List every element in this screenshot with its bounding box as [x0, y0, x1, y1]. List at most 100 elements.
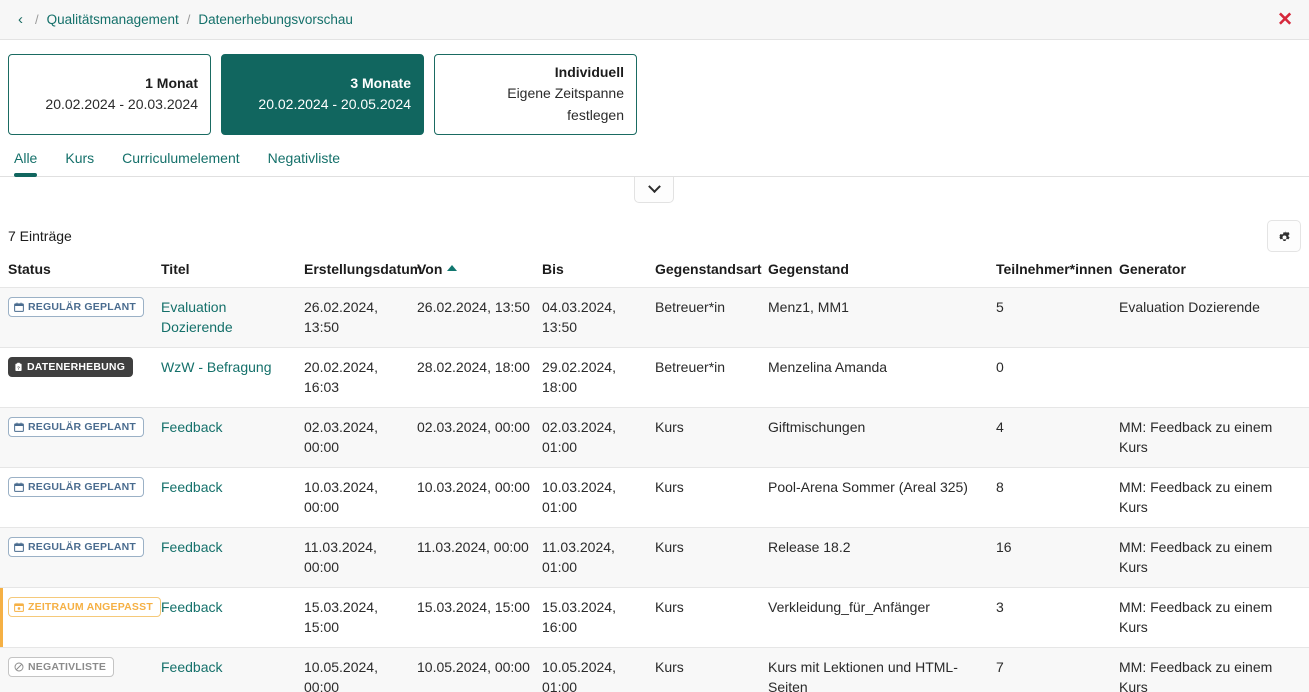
column-header-gegenstand[interactable]: Gegenstand	[762, 255, 990, 288]
status-badge: ?DATENERHEBUNG	[8, 357, 133, 377]
calendar-icon	[14, 302, 24, 312]
cell-teilnehmer: 16	[990, 528, 1113, 588]
breadcrumb-separator-1: /	[187, 12, 191, 27]
gear-icon	[1277, 229, 1292, 244]
filter-collapse-area	[0, 177, 1309, 211]
cell-erstellungsdatum: 11.03.2024, 00:00	[298, 528, 411, 588]
table-row[interactable]: REGULÄR GEPLANTEvaluation Dozierende26.0…	[0, 288, 1309, 348]
cell-titel[interactable]: Feedback	[155, 648, 298, 692]
period-card-individuell[interactable]: Individuell Eigene Zeitspanne festlegen	[434, 54, 637, 135]
breadcrumb-item-qualitaetsmanagement[interactable]: Qualitätsmanagement	[47, 12, 179, 27]
cell-status: ?DATENERHEBUNG	[0, 348, 155, 408]
cell-status: REGULÄR GEPLANT	[0, 408, 155, 468]
table-header-row: Status Titel Erstellungsdatum Von Bis Ge…	[0, 255, 1309, 288]
column-header-status[interactable]: Status	[0, 255, 155, 288]
column-header-generator[interactable]: Generator	[1113, 255, 1309, 288]
cell-titel[interactable]: Feedback	[155, 468, 298, 528]
column-header-von-label: Von	[417, 261, 442, 277]
cell-teilnehmer: 5	[990, 288, 1113, 348]
status-badge-label: DATENERHEBUNG	[27, 360, 125, 374]
cell-gegenstand: Release 18.2	[762, 528, 990, 588]
status-badge: REGULÄR GEPLANT	[8, 417, 144, 437]
table-row[interactable]: REGULÄR GEPLANTFeedback10.03.2024, 00:00…	[0, 468, 1309, 528]
close-icon[interactable]: ✕	[1271, 7, 1299, 32]
period-title: 1 Monat	[21, 73, 198, 93]
title-link[interactable]: Feedback	[161, 479, 222, 495]
table-row[interactable]: REGULÄR GEPLANT Feedback 11.03.2024, 00:00…	[0, 528, 1309, 588]
cell-teilnehmer: 3	[990, 588, 1113, 648]
cell-gegenstand: Pool-Arena Sommer (Areal 325)	[762, 468, 990, 528]
breadcrumb-item-datenerhebungsvorschau[interactable]: Datenerhebungsvorschau	[198, 12, 353, 27]
cell-gegenstand: Menz1, MM1	[762, 288, 990, 348]
column-header-titel[interactable]: Titel	[155, 255, 298, 288]
table-settings-button[interactable]	[1267, 220, 1301, 252]
cell-status: NEGATIVLISTE	[0, 648, 155, 692]
title-link[interactable]: Evaluation Dozierende	[161, 299, 233, 335]
cell-von: 15.03.2024, 15:00	[411, 588, 536, 648]
cell-teilnehmer: 0	[990, 348, 1113, 408]
back-arrow-icon[interactable]: ‹	[14, 10, 27, 29]
cell-status: ZEITRAUM ANGEPASST	[0, 588, 155, 648]
cell-gegenstandsart: Kurs	[649, 528, 762, 588]
entry-count-label: 7 Einträge	[8, 228, 72, 244]
period-title: 3 Monate	[234, 73, 411, 93]
status-badge: ZEITRAUM ANGEPASST	[8, 597, 161, 617]
title-link[interactable]: Feedback	[161, 419, 222, 435]
period-title: Individuell	[447, 62, 624, 82]
column-header-gegenstandsart[interactable]: Gegenstandsart	[649, 255, 762, 288]
cell-generator: MM: Feedback zu einem Kurs	[1113, 468, 1309, 528]
calendar-icon	[14, 422, 24, 432]
cell-status: REGULÄR GEPLANT	[0, 528, 155, 588]
cell-gegenstandsart: Kurs	[649, 588, 762, 648]
status-badge: REGULÄR GEPLANT	[8, 537, 144, 557]
status-badge-label: REGULÄR GEPLANT	[28, 420, 136, 434]
filter-collapse-button[interactable]	[634, 177, 674, 203]
cell-titel[interactable]: WzW - Befragung	[155, 348, 298, 408]
tab-curriculumelement[interactable]: Curriculumelement	[108, 149, 253, 176]
cell-gegenstandsart: Kurs	[649, 468, 762, 528]
title-link[interactable]: Feedback	[161, 539, 222, 555]
tab-kurs[interactable]: Kurs	[51, 149, 108, 176]
table-row[interactable]: ?DATENERHEBUNGWzW - Befragung20.02.2024,…	[0, 348, 1309, 408]
table-row[interactable]: NEGATIVLISTEFeedback10.05.2024, 00:0010.…	[0, 648, 1309, 692]
cell-bis: 10.03.2024, 01:00	[536, 468, 649, 528]
column-header-erstellungsdatum[interactable]: Erstellungsdatum	[298, 255, 411, 288]
cell-von: 10.03.2024, 00:00	[411, 468, 536, 528]
cell-generator: MM: Feedback zu einem Kurs	[1113, 528, 1309, 588]
cell-bis: 02.03.2024, 01:00	[536, 408, 649, 468]
cell-gegenstandsart: Kurs	[649, 408, 762, 468]
title-link[interactable]: WzW - Befragung	[161, 359, 271, 375]
period-selector: 1 Monat 20.02.2024 - 20.03.2024 3 Monate…	[0, 40, 1309, 135]
title-link[interactable]: Feedback	[161, 599, 222, 615]
column-header-von[interactable]: Von	[411, 255, 536, 288]
column-header-bis[interactable]: Bis	[536, 255, 649, 288]
cell-status: REGULÄR GEPLANT	[0, 288, 155, 348]
cell-von: 26.02.2024, 13:50	[411, 288, 536, 348]
tab-alle[interactable]: Alle	[8, 149, 51, 176]
cell-gegenstand: Giftmischungen	[762, 408, 990, 468]
breadcrumb-bar: ‹ / Qualitätsmanagement / Datenerhebungs…	[0, 0, 1309, 40]
cell-generator: Evaluation Dozierende	[1113, 288, 1309, 348]
cell-titel[interactable]: Feedback	[155, 408, 298, 468]
cell-gegenstand: Menzelina Amanda	[762, 348, 990, 408]
cell-generator: MM: Feedback zu einem Kurs	[1113, 408, 1309, 468]
status-badge-label: NEGATIVLISTE	[28, 660, 106, 674]
calendar-icon	[14, 482, 24, 492]
cell-titel[interactable]: Feedback	[155, 588, 298, 648]
table-row[interactable]: ZEITRAUM ANGEPASSTFeedback15.03.2024, 15…	[0, 588, 1309, 648]
chevron-down-icon	[648, 180, 661, 193]
table-row[interactable]: REGULÄR GEPLANTFeedback02.03.2024, 00:00…	[0, 408, 1309, 468]
cell-titel[interactable]: Feedback	[155, 528, 298, 588]
cell-titel[interactable]: Evaluation Dozierende	[155, 288, 298, 348]
calendar-icon	[14, 542, 24, 552]
cell-gegenstand: Kurs mit Lektionen und HTML-Seiten	[762, 648, 990, 692]
period-range: 20.02.2024 - 20.05.2024	[234, 93, 411, 115]
cell-bis: 15.03.2024, 16:00	[536, 588, 649, 648]
column-header-teilnehmer[interactable]: Teilnehmer*innen	[990, 255, 1113, 288]
period-card-1-monat[interactable]: 1 Monat 20.02.2024 - 20.03.2024	[8, 54, 211, 135]
cell-teilnehmer: 7	[990, 648, 1113, 692]
title-link[interactable]: Feedback	[161, 659, 222, 675]
period-card-3-monate[interactable]: 3 Monate 20.02.2024 - 20.05.2024	[221, 54, 424, 135]
tab-negativliste[interactable]: Negativliste	[254, 149, 354, 176]
cell-erstellungsdatum: 26.02.2024, 13:50	[298, 288, 411, 348]
